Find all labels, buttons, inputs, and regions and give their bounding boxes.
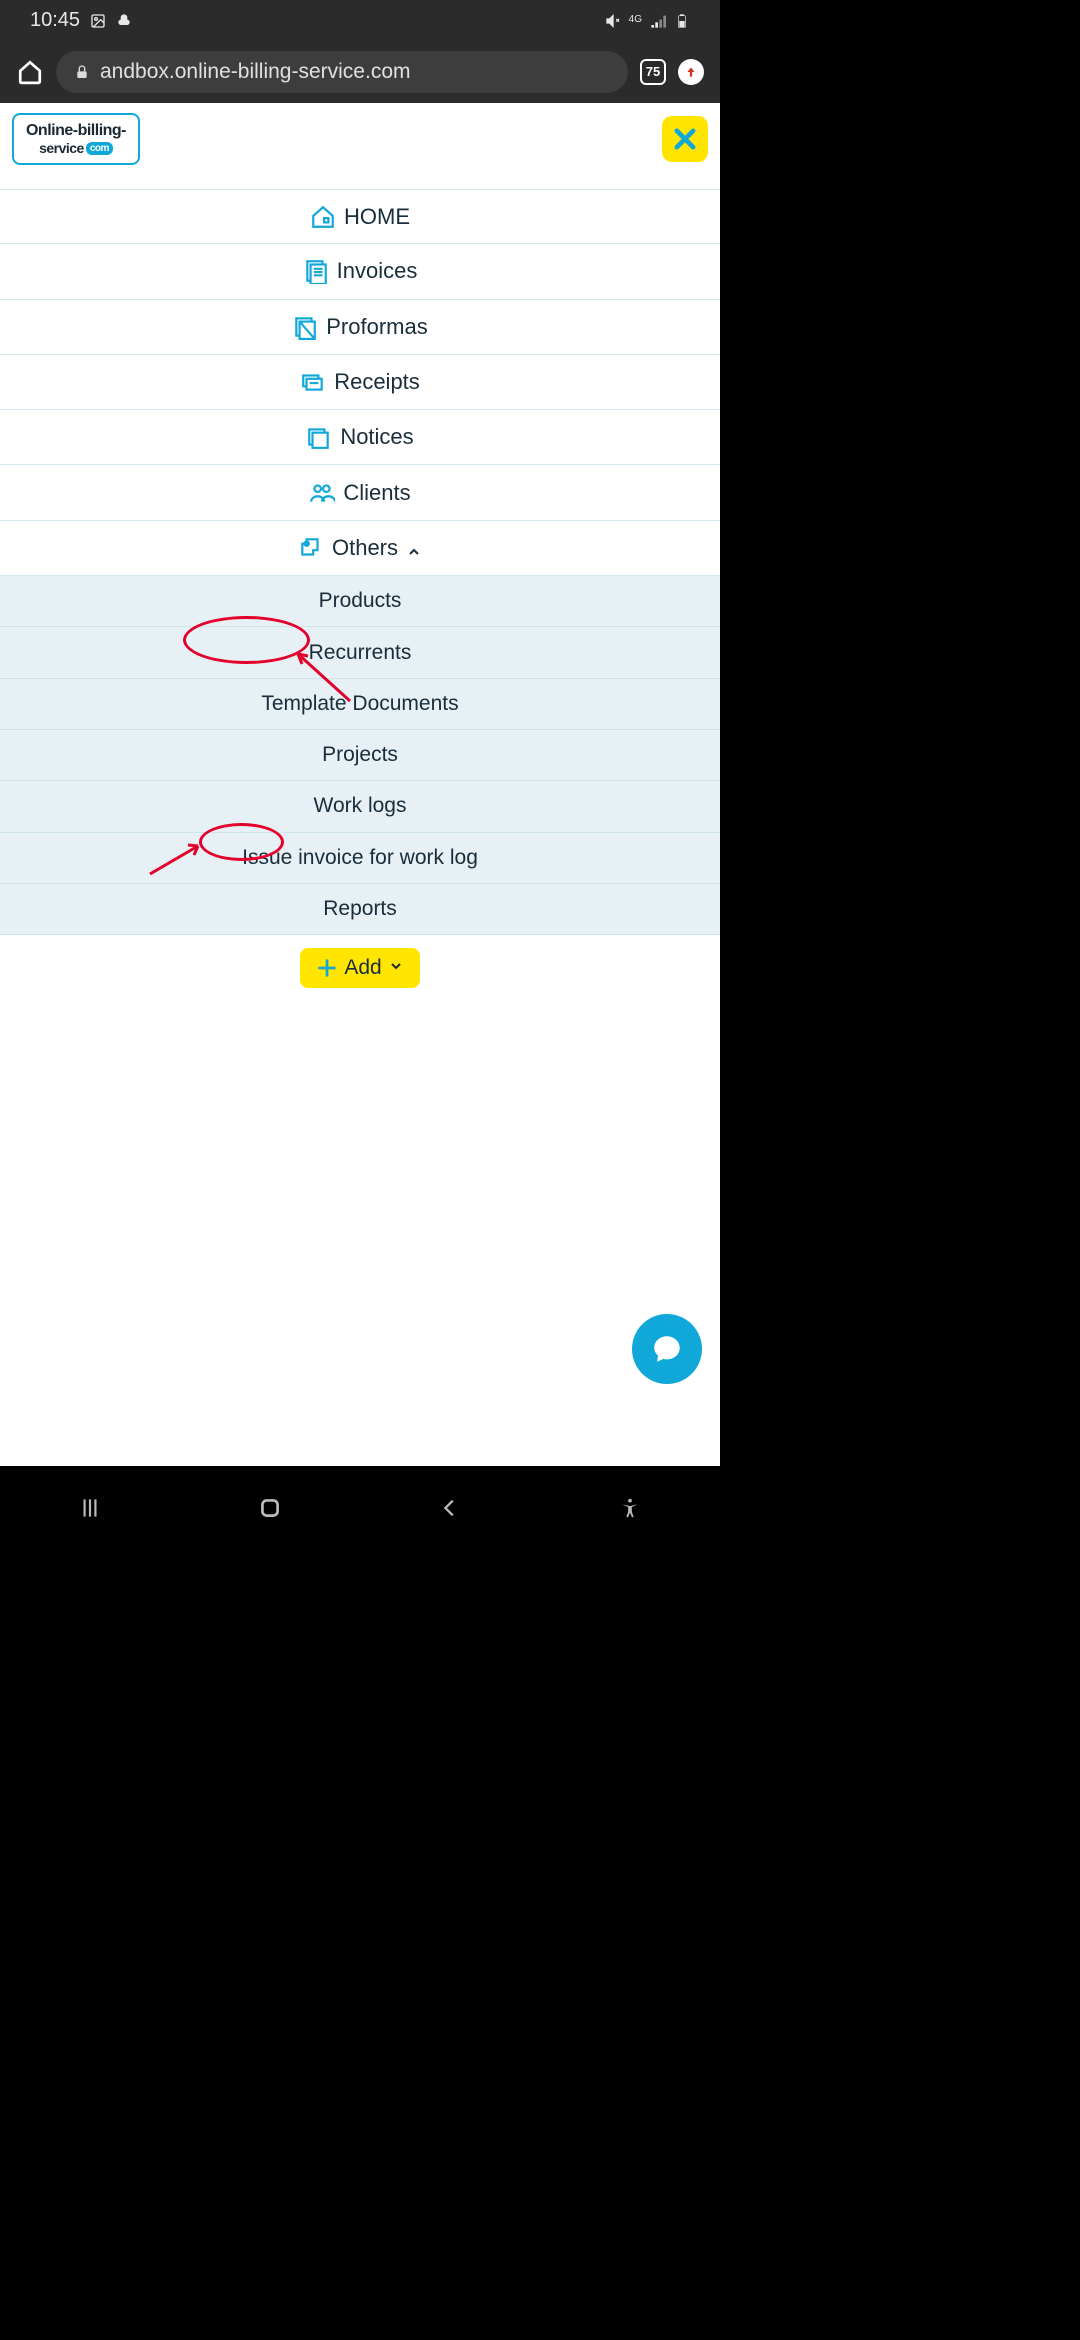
chevron-down-icon [388, 956, 404, 980]
image-icon [90, 12, 106, 28]
proformas-icon [292, 314, 318, 340]
plus-icon [316, 957, 338, 979]
app-logo[interactable]: Online-billing- service com [12, 113, 140, 165]
mute-icon [605, 12, 621, 28]
submenu-item-work-logs[interactable]: Work logs [0, 781, 720, 832]
status-time: 10:45 [30, 9, 80, 32]
chat-fab-button[interactable] [632, 1314, 702, 1384]
others-icon [298, 535, 324, 561]
url-text: andbox.online-billing-service.com [100, 60, 411, 84]
lock-icon [74, 64, 90, 80]
invoices-icon [303, 258, 329, 284]
nav-home-button[interactable] [250, 1488, 290, 1528]
others-submenu: Products Recurrents Template Documents P… [0, 576, 720, 935]
android-nav-bar [0, 1466, 720, 1550]
chevron-up-icon [406, 540, 422, 556]
menu-item-home[interactable]: HOME [0, 189, 720, 244]
browser-update-button[interactable] [678, 59, 704, 85]
browser-toolbar: andbox.online-billing-service.com 75 [0, 40, 720, 103]
receipts-icon [300, 369, 326, 395]
submenu-item-template-documents[interactable]: Template Documents [0, 679, 720, 730]
menu-item-clients[interactable]: Clients [0, 465, 720, 520]
app-header: Online-billing- service com [0, 103, 720, 171]
tab-count-button[interactable]: 75 [640, 59, 666, 85]
submenu-item-products[interactable]: Products [0, 576, 720, 627]
submenu-item-projects[interactable]: Projects [0, 730, 720, 781]
browser-home-button[interactable] [16, 58, 44, 86]
menu-item-receipts[interactable]: Receipts [0, 355, 720, 410]
android-status-bar: 10:45 4G [0, 0, 720, 40]
menu-item-proformas[interactable]: Proformas [0, 300, 720, 355]
notices-icon [306, 424, 332, 450]
submenu-item-issue-invoice[interactable]: Issue invoice for work log [0, 833, 720, 884]
chat-icon [650, 1332, 684, 1366]
clients-icon [309, 480, 335, 506]
add-button[interactable]: Add [300, 948, 419, 988]
nav-accessibility-button[interactable] [610, 1488, 650, 1528]
url-bar[interactable]: andbox.online-billing-service.com [56, 51, 628, 93]
submenu-item-recurrents[interactable]: Recurrents [0, 627, 720, 678]
signal-icon [650, 12, 666, 28]
network-4g-label: 4G [629, 15, 642, 25]
close-menu-button[interactable] [662, 116, 708, 162]
home-icon [310, 204, 336, 230]
nav-recents-button[interactable] [70, 1488, 110, 1528]
page-content: Online-billing- service com HOME Invoice… [0, 103, 720, 1466]
download-icon [116, 12, 132, 28]
menu-item-notices[interactable]: Notices [0, 410, 720, 465]
submenu-item-reports[interactable]: Reports [0, 884, 720, 935]
menu-item-others[interactable]: Others [0, 521, 720, 576]
add-row: Add [0, 935, 720, 1001]
battery-icon [674, 12, 690, 28]
nav-back-button[interactable] [430, 1488, 470, 1528]
menu-item-invoices[interactable]: Invoices [0, 244, 720, 299]
